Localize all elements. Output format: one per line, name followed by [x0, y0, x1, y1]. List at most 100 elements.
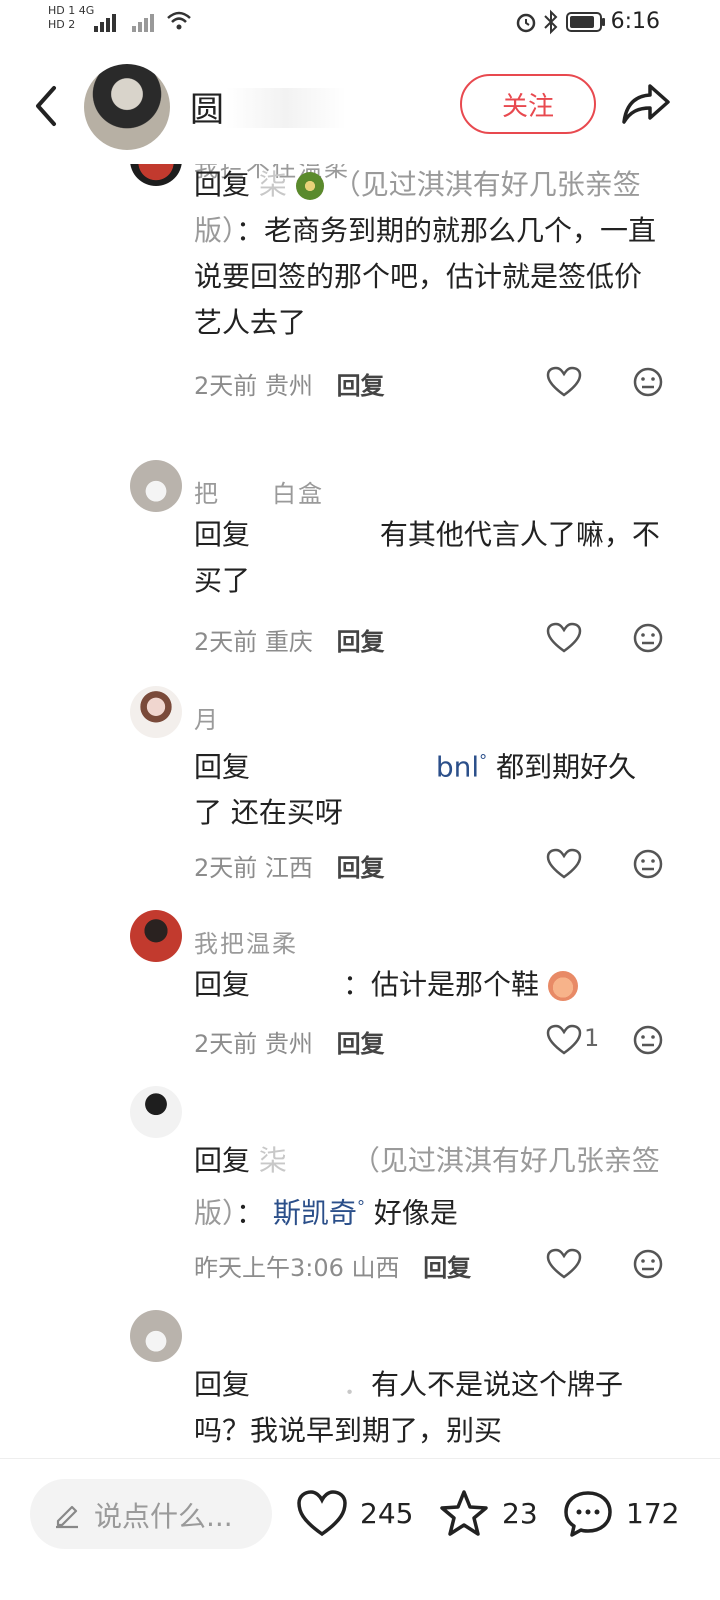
wifi-icon: [167, 11, 191, 30]
comment-text: 回复 ：估计是那个鞋: [194, 962, 664, 1008]
search-icon[interactable]: °: [357, 1197, 365, 1216]
reply-prefix: 回复: [194, 750, 251, 784]
comment-item: 月 回复 bnl° 都到期好久了 还在买呀 2天前 江西 回复: [0, 686, 720, 886]
comment-text: 回复 有其他代言人了嘛，不买了: [194, 512, 664, 604]
comment-time: 2天前: [194, 628, 258, 656]
emoji-icon[interactable]: [632, 366, 664, 398]
kiwi-emoji-icon: [295, 172, 324, 200]
commenter-avatar[interactable]: [130, 686, 182, 738]
comment-text: 回复 柒 （见过淇淇有好几张亲签版）： 斯凯奇° 好像是: [194, 1144, 660, 1230]
comment-content: 好像是: [373, 1196, 458, 1230]
back-arrow-icon[interactable]: [28, 82, 64, 130]
author-name-redaction: [226, 88, 346, 128]
reply-button[interactable]: 回复: [337, 372, 385, 400]
comment-time: 昨天上午3:06: [194, 1254, 344, 1282]
author-name[interactable]: 圆: [190, 82, 224, 131]
comment-content: ：估计是那个鞋: [342, 968, 539, 1001]
comment-list[interactable]: 我拦不住温柔 回复 柒 （见过淇淇有好几张亲签版）：老商务到期的就那么几个，一直…: [0, 164, 720, 1456]
signal-bars-icon: [94, 14, 116, 32]
header: 圆 关注: [0, 46, 720, 164]
emoji-icon[interactable]: [632, 848, 664, 880]
comment-text: 回复 ．有人不是说这个牌子吗？我说早到期了，别买: [194, 1362, 664, 1454]
comment-meta: 昨天上午3:06 山西 回复: [194, 1248, 471, 1283]
clock: 6:16: [610, 9, 660, 34]
reply-button[interactable]: 回复: [423, 1254, 471, 1282]
status-bar: HD 1 4G HD 2 6:16: [0, 0, 720, 46]
comment-text: 回复 柒 （见过淇淇有好几张亲签版）：老商务到期的就那么几个，一直说要回签的那个…: [194, 164, 664, 346]
reply-button[interactable]: 回复: [337, 854, 385, 882]
like-total: 245: [360, 1497, 414, 1530]
heart-icon[interactable]: [546, 1024, 582, 1056]
comment-meta: 2天前 重庆 回复: [194, 622, 385, 657]
comment-total: 172: [626, 1497, 680, 1530]
reply-target-redacted[interactable]: ．: [259, 1368, 371, 1401]
emoji-icon[interactable]: [632, 1248, 664, 1280]
alarm-icon: [516, 13, 536, 33]
keyword-link[interactable]: bnl: [436, 750, 479, 783]
commenter-avatar[interactable]: [130, 1310, 182, 1362]
reply-prefix: 回复: [194, 968, 251, 1001]
heart-icon[interactable]: [546, 622, 582, 654]
commenter-avatar[interactable]: [130, 164, 182, 186]
emoji-icon[interactable]: [632, 1024, 664, 1056]
reply-target[interactable]: 柒: [259, 1144, 287, 1177]
comment-item: 我拦不住温柔 回复 柒 （见过淇淇有好几张亲签版）：老商务到期的就那么几个，一直…: [0, 164, 720, 414]
author-avatar[interactable]: [84, 64, 170, 150]
star-icon[interactable]: [438, 1489, 490, 1539]
reply-button[interactable]: 回复: [337, 628, 385, 656]
comment-time: 2天前: [194, 372, 258, 400]
comment-item: 回复 柒 （见过淇淇有好几张亲签版）： 斯凯奇° 好像是 昨天上午3:06 山西…: [0, 1086, 720, 1286]
reply-target-redacted[interactable]: [259, 968, 343, 1001]
comment-content: ：老商务到期的就那么几个，一直说要回签的那个吧，估计就是签低价艺人去了: [194, 214, 657, 339]
comment-meta: 2天前 江西 回复: [194, 848, 385, 883]
commenter-avatar[interactable]: [130, 910, 182, 962]
signal-indicators: HD 1 4G HD 2: [48, 4, 94, 32]
comment-input-placeholder: 说点什么...: [94, 1500, 233, 1533]
crying-emoji-icon: [547, 971, 578, 1001]
search-icon[interactable]: °: [479, 751, 487, 770]
reply-target-redacted[interactable]: [259, 750, 427, 783]
comment-text: 回复 bnl° 都到期好久了 还在买呀: [194, 738, 664, 836]
comment-location: 山西: [351, 1254, 400, 1282]
comment-item: 我把温柔 回复 ：估计是那个鞋 2天前 贵州 回复 1: [0, 910, 720, 1070]
commenter-name[interactable]: 我把温柔: [194, 924, 298, 959]
comment-time: 2天前: [194, 854, 258, 882]
bluetooth-icon: [544, 9, 558, 35]
comment-bubble-icon[interactable]: [562, 1489, 614, 1539]
sim2-indicator: HD 2: [48, 18, 76, 31]
comment-meta: 2天前 贵州 回复: [194, 1024, 385, 1059]
heart-icon[interactable]: [296, 1489, 348, 1539]
heart-icon[interactable]: [546, 1248, 582, 1280]
share-icon[interactable]: [620, 80, 672, 128]
reply-prefix: 回复: [194, 168, 251, 201]
battery-icon: [566, 12, 605, 32]
favorite-total: 23: [502, 1497, 538, 1530]
heart-icon[interactable]: [546, 848, 582, 880]
reply-target-redacted[interactable]: [259, 518, 371, 551]
sim1-indicator: HD 1 4G: [48, 4, 95, 17]
like-count: 1: [584, 1024, 600, 1052]
keyword-link[interactable]: 斯凯奇: [273, 1196, 357, 1229]
comment-meta: 2天前 贵州 回复: [194, 366, 385, 401]
reply-prefix: 回复: [194, 518, 251, 551]
comment-input[interactable]: 说点什么...: [30, 1479, 272, 1549]
comment-item: 回复 ．有人不是说这个牌子吗？我说早到期了，别买: [0, 1310, 720, 1456]
comment-location: 江西: [264, 854, 313, 882]
reply-prefix: 回复: [194, 1368, 251, 1401]
heart-icon[interactable]: [546, 366, 582, 398]
reply-button[interactable]: 回复: [337, 1030, 385, 1058]
commenter-avatar[interactable]: [130, 1086, 182, 1138]
emoji-icon[interactable]: [632, 622, 664, 654]
comment-item: 把 白盒 回复 有其他代言人了嘛，不买了 2天前 重庆 回复: [0, 460, 720, 660]
commenter-name[interactable]: 把 白盒: [194, 474, 324, 509]
comment-location: 贵州: [264, 1030, 313, 1058]
comment-location: 贵州: [264, 372, 313, 400]
reply-target[interactable]: 柒: [259, 168, 287, 201]
reply-prefix: 回复: [194, 1144, 251, 1177]
bottom-action-bar: 说点什么... 245 23 172: [0, 1458, 720, 1600]
comment-time: 2天前: [194, 1030, 258, 1058]
follow-button[interactable]: 关注: [460, 74, 596, 134]
signal-bars-2-icon: [132, 14, 154, 32]
commenter-name[interactable]: 月: [194, 700, 220, 735]
commenter-avatar[interactable]: [130, 460, 182, 512]
